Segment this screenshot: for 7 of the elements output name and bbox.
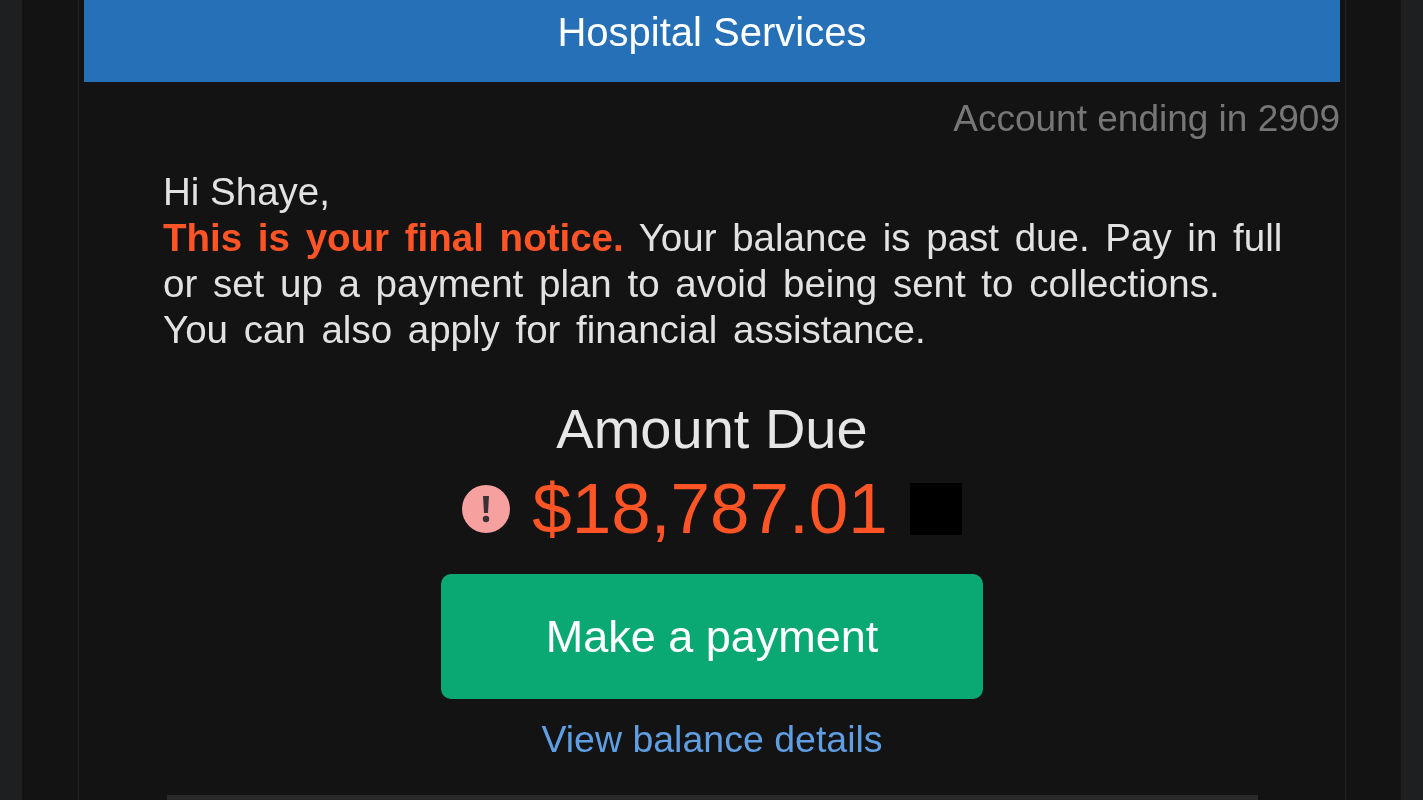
message-text: This is your final notice. Your balance is past due. Pay in full or set up a payment plan to avoid being sent to collections. You can also apply for financial assistance. (163, 215, 1284, 353)
balance-details-link[interactable]: View balance details (541, 717, 883, 761)
amount-due-label: Amount Due (556, 399, 868, 459)
header-bar: Hospital Services (84, 0, 1340, 82)
greeting-text: Hi Shaye, (163, 169, 330, 215)
amount-value: $18,787.01 (532, 473, 888, 545)
account-label: Account ending in 2909 (953, 99, 1340, 139)
